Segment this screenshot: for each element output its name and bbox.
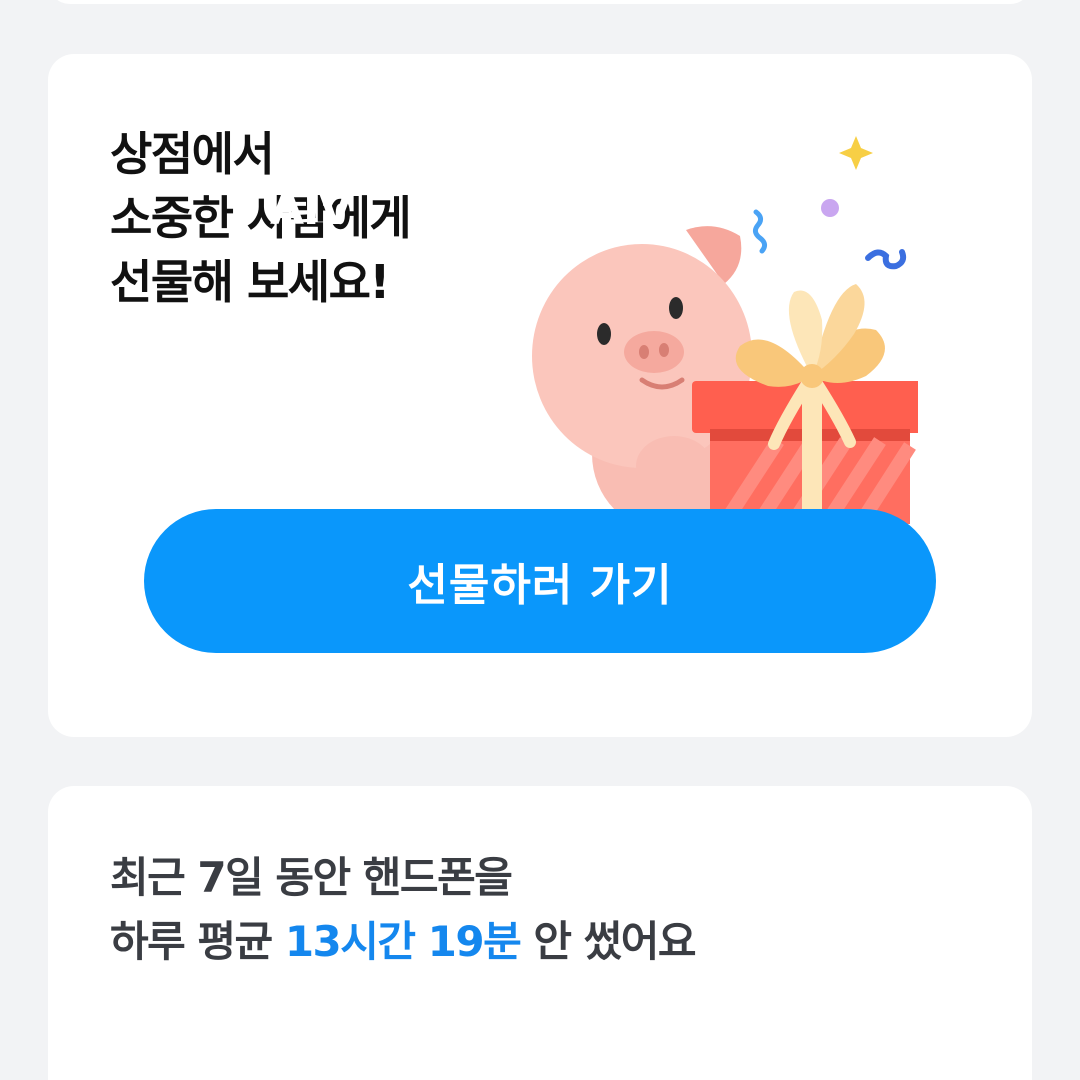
usage-prefix: 하루 평균 <box>110 917 285 966</box>
gift-headline-line-2: 소중한 사람에게 <box>110 191 412 245</box>
gift-headline-line-3: 선물해 보세요! <box>110 255 390 309</box>
pig-with-gift-icon <box>532 136 918 524</box>
previous-card <box>48 0 1032 4</box>
usage-summary-line-2: 하루 평균 13시간 19분 안 썼어요 <box>110 910 697 974</box>
gift-promo-card: 상점에서 소중한 사람에게 선물해 보세요! AIV 선물하러 가기 <box>48 54 1032 737</box>
watermark-text: AIV <box>270 184 352 235</box>
screen: 상점에서 소중한 사람에게 선물해 보세요! AIV 선물하러 가기 최근 7일… <box>0 0 1080 1080</box>
phone-usage-card: 최근 7일 동안 핸드폰을 하루 평균 13시간 19분 안 썼어요 <box>48 786 1032 1080</box>
go-gift-button[interactable]: 선물하러 가기 <box>144 509 936 653</box>
usage-summary: 최근 7일 동안 핸드폰을 하루 평균 13시간 19분 안 썼어요 <box>110 846 697 974</box>
usage-duration: 13시간 19분 <box>284 917 522 966</box>
gift-headline-line-1: 상점에서 <box>110 127 275 181</box>
usage-summary-line-1: 최근 7일 동안 핸드폰을 <box>110 853 513 902</box>
usage-suffix: 안 썼어요 <box>520 917 696 966</box>
gift-headline: 상점에서 소중한 사람에게 선물해 보세요! <box>110 122 412 314</box>
